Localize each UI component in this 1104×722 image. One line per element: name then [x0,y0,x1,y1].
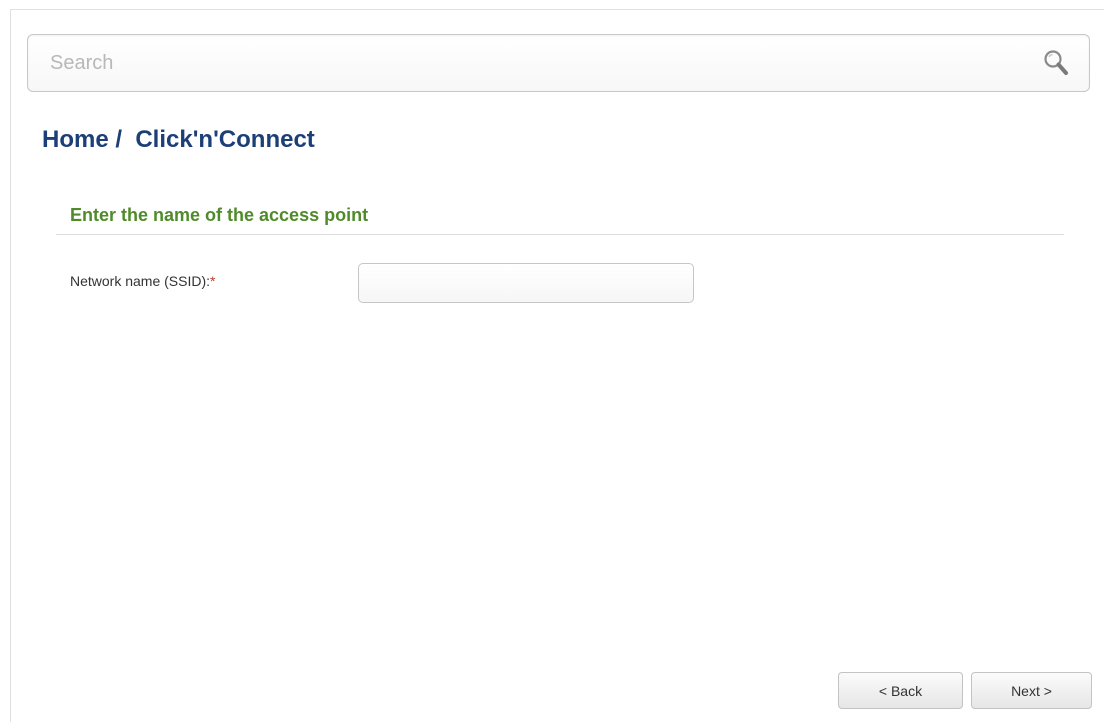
breadcrumb: Home / Click'n'Connect [42,126,315,153]
ssid-label: Network name (SSID):* [70,273,216,289]
search-bar [27,34,1090,92]
content-frame [10,9,1104,722]
section-title: Enter the name of the access point [70,205,369,225]
ssid-input[interactable] [358,263,694,303]
back-button[interactable]: < Back [838,672,963,709]
ssid-label-text: Network name (SSID): [70,273,211,289]
search-input[interactable] [28,35,1008,91]
required-mark: * [210,273,216,289]
section-divider [56,234,1064,235]
search-icon[interactable] [1041,48,1071,78]
page: Home / Click'n'Connect Enter the name of… [0,0,1104,722]
next-button[interactable]: Next > [971,672,1092,709]
